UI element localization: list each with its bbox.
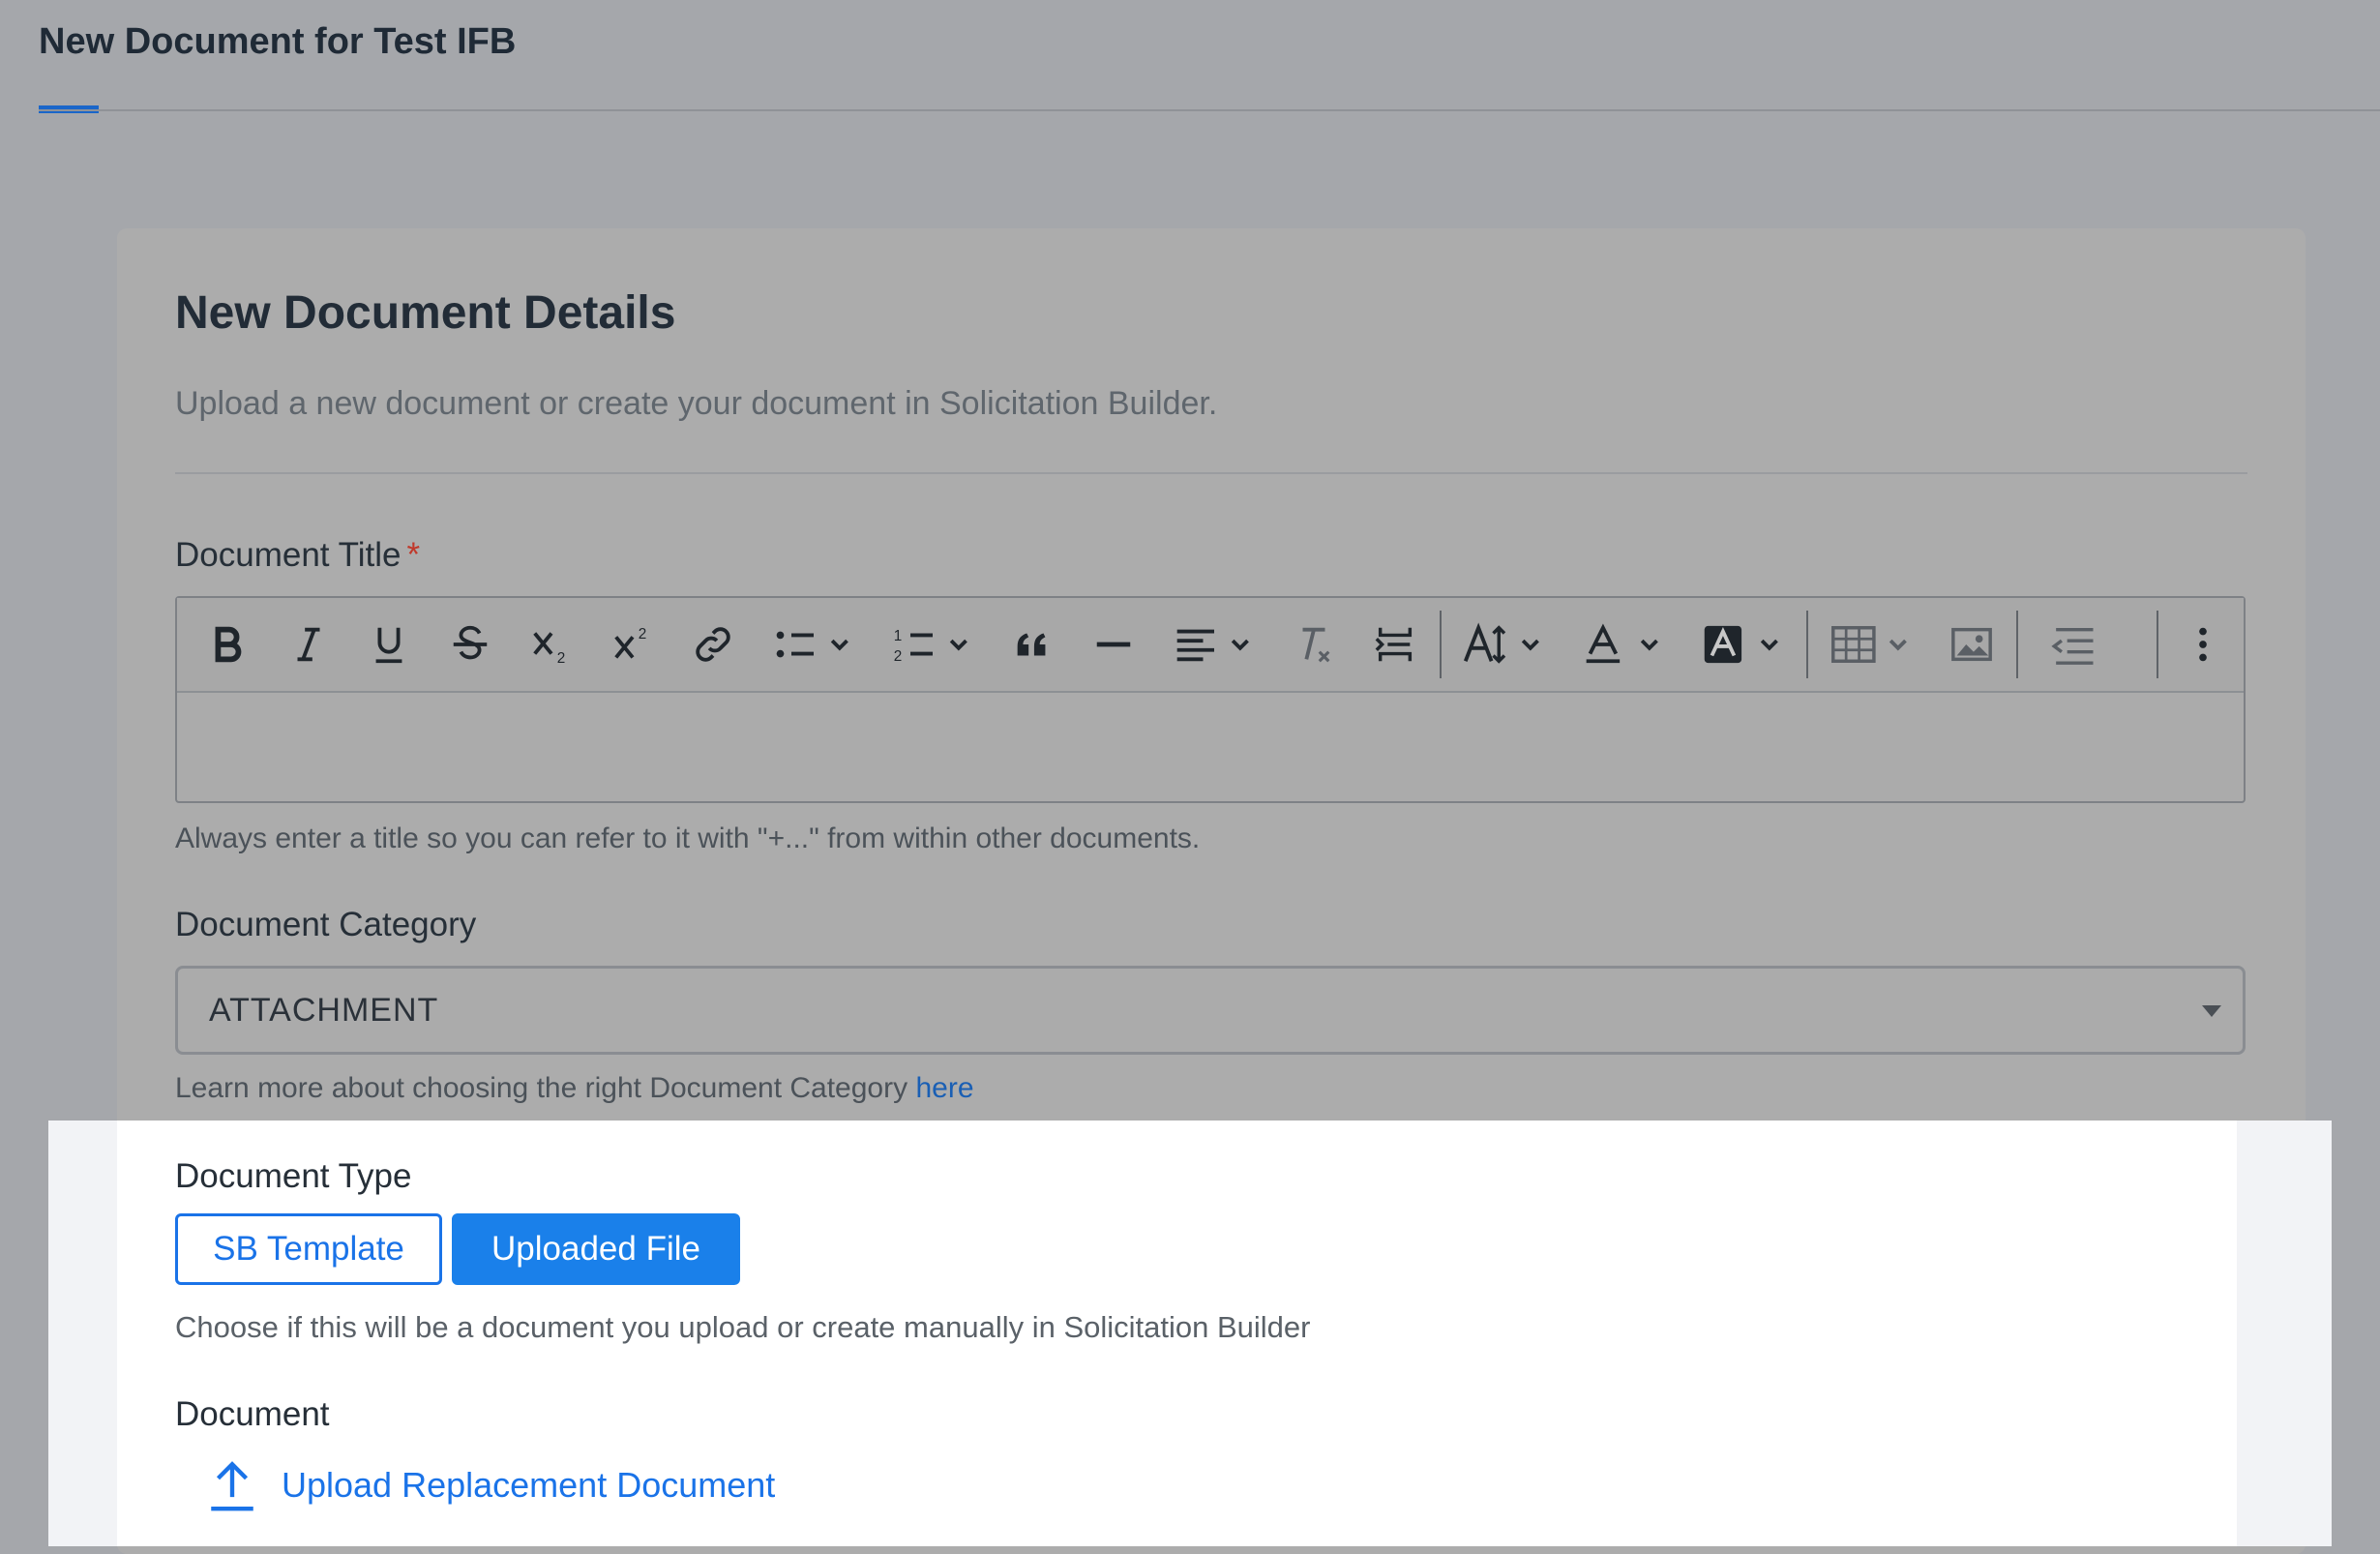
document-title-editor: 2 2 12 bbox=[175, 596, 2246, 803]
svg-text:2: 2 bbox=[557, 650, 566, 667]
superscript-icon[interactable]: 2 bbox=[592, 606, 673, 683]
page-header: New Document for Test IFB bbox=[0, 0, 2380, 113]
underline-icon[interactable] bbox=[349, 606, 431, 683]
svg-text:2: 2 bbox=[638, 626, 646, 643]
sb-template-button[interactable]: SB Template bbox=[175, 1213, 442, 1285]
font-color-icon[interactable] bbox=[1564, 606, 1683, 683]
section-title: New Document Details bbox=[175, 287, 676, 339]
document-type-label: Document Type bbox=[175, 1157, 412, 1195]
document-title-hint: Always enter a title so you can refer to… bbox=[175, 822, 1201, 854]
document-category-label: Document Category bbox=[175, 906, 477, 943]
upload-replacement-link[interactable]: Upload Replacement Document bbox=[204, 1457, 775, 1513]
blockquote-icon[interactable] bbox=[993, 606, 1074, 683]
strikethrough-icon[interactable] bbox=[430, 606, 511, 683]
document-title-input[interactable] bbox=[177, 691, 2244, 801]
document-type-panel: Document Type SB Template Uploaded File … bbox=[117, 1121, 2237, 1546]
svg-text:1: 1 bbox=[894, 628, 903, 644]
font-size-icon[interactable] bbox=[1445, 606, 1564, 683]
upload-arrow-icon bbox=[211, 1461, 253, 1511]
toolbar-separator bbox=[2016, 611, 2019, 678]
editor-toolbar: 2 2 12 bbox=[177, 598, 2244, 693]
toolbar-separator bbox=[1439, 611, 1442, 678]
document-label: Document bbox=[175, 1395, 330, 1433]
document-title-label: Document Title * bbox=[175, 536, 420, 575]
dropdown-arrow-icon bbox=[2202, 1005, 2221, 1017]
highlight-color-icon[interactable] bbox=[1683, 606, 1802, 683]
toolbar-separator bbox=[2157, 611, 2159, 678]
svg-text:2: 2 bbox=[894, 648, 903, 665]
toolbar-separator bbox=[1806, 611, 1809, 678]
subscript-icon[interactable]: 2 bbox=[511, 606, 592, 683]
link-icon[interactable] bbox=[673, 606, 755, 683]
table-icon[interactable] bbox=[1812, 606, 1931, 683]
horizontal-line-icon[interactable] bbox=[1073, 606, 1154, 683]
document-type-highlight: Document Type SB Template Uploaded File … bbox=[48, 1121, 2332, 1546]
document-category-hint: Learn more about choosing the right Docu… bbox=[175, 1072, 974, 1105]
header-divider bbox=[39, 109, 2380, 111]
uploaded-file-button[interactable]: Uploaded File bbox=[452, 1213, 740, 1285]
section-subtitle: Upload a new document or create your doc… bbox=[175, 385, 1218, 422]
required-marker: * bbox=[406, 536, 421, 574]
document-category-value: ATTACHMENT bbox=[209, 992, 439, 1029]
document-category-help-link[interactable]: here bbox=[915, 1072, 973, 1104]
numbered-list-icon[interactable]: 12 bbox=[873, 606, 992, 683]
more-options-icon[interactable] bbox=[2162, 606, 2244, 683]
image-icon[interactable] bbox=[1931, 606, 2012, 683]
align-icon[interactable] bbox=[1154, 606, 1273, 683]
document-type-hint: Choose if this will be a document you up… bbox=[175, 1310, 1311, 1344]
document-category-hint-text: Learn more about choosing the right Docu… bbox=[175, 1072, 908, 1104]
upload-replacement-label: Upload Replacement Document bbox=[282, 1465, 776, 1505]
clear-formatting-icon[interactable] bbox=[1273, 606, 1354, 683]
document-category-select[interactable]: ATTACHMENT bbox=[175, 966, 2246, 1055]
page-break-icon[interactable] bbox=[1354, 606, 1436, 683]
bold-icon[interactable] bbox=[187, 606, 268, 683]
document-title-label-text: Document Title bbox=[175, 536, 402, 574]
outdent-icon[interactable] bbox=[2022, 606, 2141, 683]
italic-icon[interactable] bbox=[268, 606, 349, 683]
page-title: New Document for Test IFB bbox=[39, 21, 517, 62]
bulleted-list-icon[interactable] bbox=[754, 606, 873, 683]
section-divider bbox=[175, 472, 2247, 474]
